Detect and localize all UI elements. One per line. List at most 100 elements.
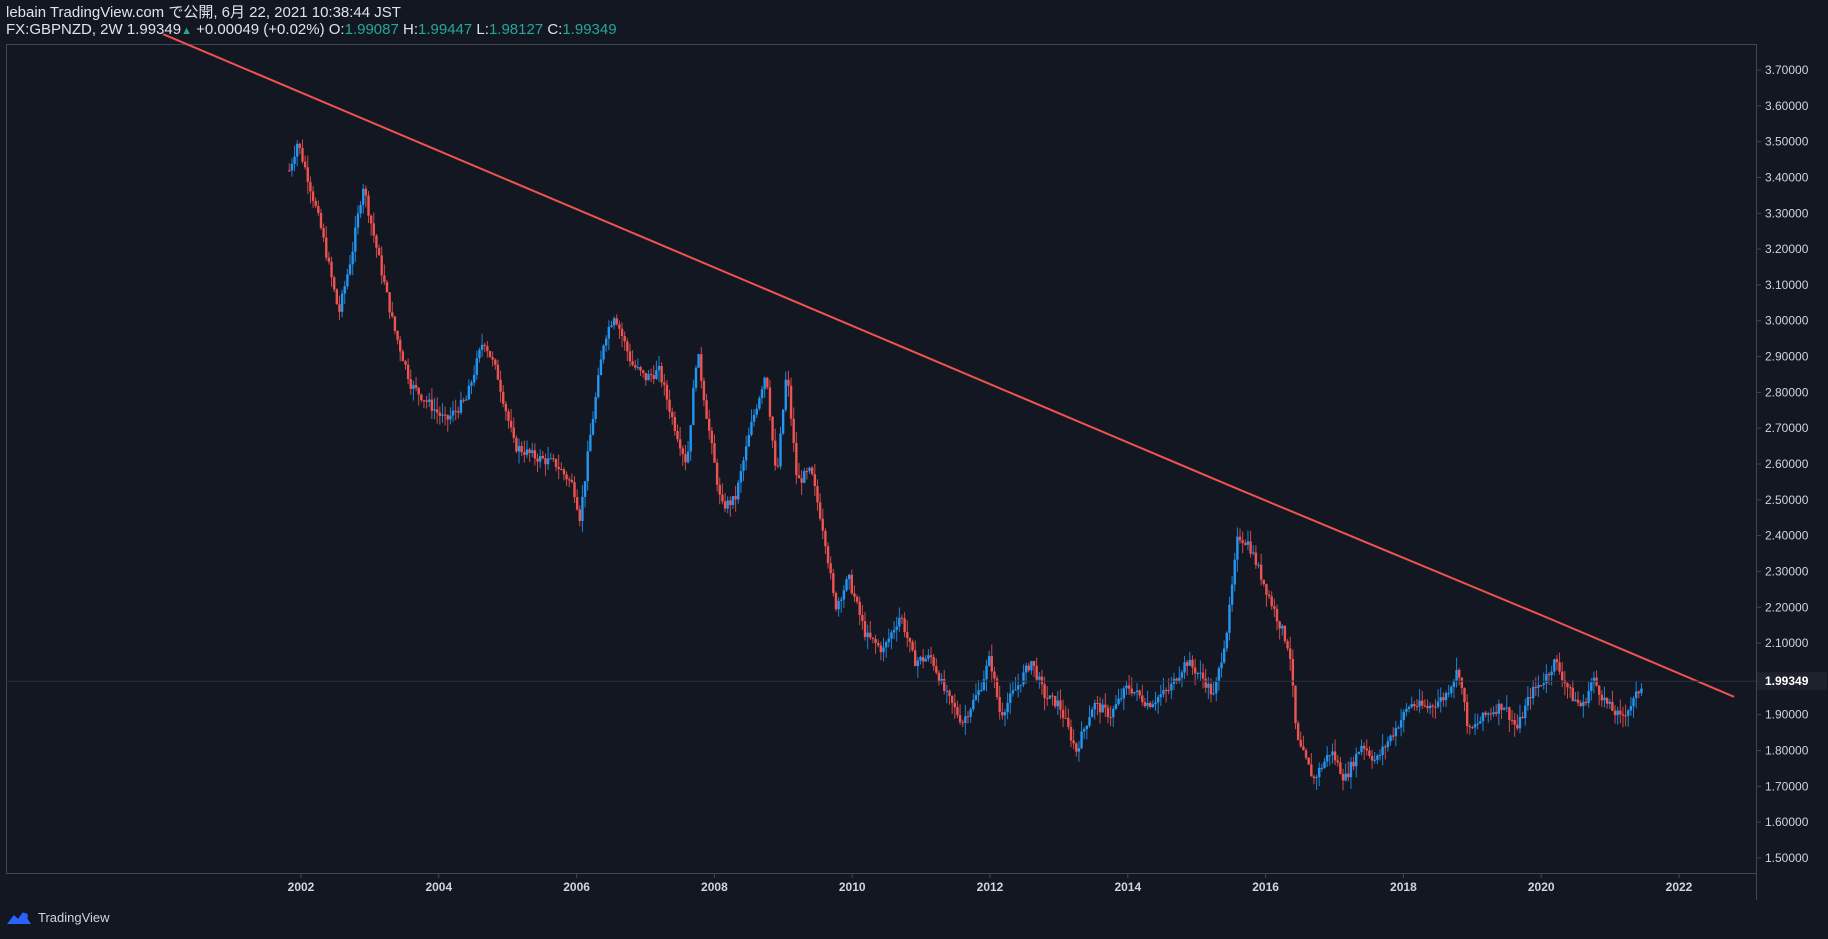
candle-body bbox=[293, 156, 296, 164]
candle-body bbox=[612, 318, 616, 326]
candle-body bbox=[512, 427, 515, 438]
candle-body bbox=[668, 399, 671, 412]
candle-body bbox=[1373, 759, 1376, 761]
candle-body bbox=[1162, 690, 1165, 695]
candle-body bbox=[1117, 698, 1120, 705]
y-tick-label: 2.20000 bbox=[1765, 600, 1809, 614]
candle-body bbox=[1539, 685, 1543, 687]
candle-body bbox=[663, 382, 666, 385]
candle-body bbox=[298, 143, 302, 148]
candle-body bbox=[1508, 707, 1511, 720]
candle-body bbox=[760, 389, 764, 399]
candle-body bbox=[657, 366, 661, 371]
candle-body bbox=[623, 335, 626, 342]
candle-body bbox=[509, 420, 513, 428]
candle-body bbox=[821, 518, 824, 531]
candle-body bbox=[929, 655, 933, 658]
candle-body bbox=[921, 656, 925, 662]
candle-body bbox=[1611, 701, 1614, 711]
candle-body bbox=[1067, 717, 1070, 727]
candle-body bbox=[1267, 594, 1271, 597]
candle-body bbox=[853, 593, 856, 597]
candle-body bbox=[602, 345, 605, 360]
candle-body bbox=[1399, 720, 1403, 728]
candle-body bbox=[1566, 683, 1569, 688]
candle-body bbox=[776, 465, 780, 467]
x-tick-label: 2022 bbox=[1666, 880, 1693, 894]
y-tick-label: 1.70000 bbox=[1765, 779, 1809, 793]
candle-body bbox=[562, 469, 566, 475]
candle-body bbox=[475, 358, 478, 375]
candle-body bbox=[414, 384, 418, 388]
candle-body bbox=[1072, 740, 1075, 744]
candle-body bbox=[1053, 695, 1057, 707]
candle-body bbox=[1405, 708, 1408, 712]
candle-body bbox=[385, 282, 389, 293]
price-chart[interactable]: 3.70000 3.60000 3.50000 3.40000 3.30000 3.200… bbox=[0, 0, 1828, 939]
candle-body bbox=[1119, 698, 1123, 700]
candle-body bbox=[869, 632, 872, 638]
branding-footer[interactable]: TradingView bbox=[6, 910, 110, 925]
candle-body bbox=[1093, 702, 1096, 710]
candle-body bbox=[808, 467, 811, 472]
candle-body bbox=[847, 574, 851, 580]
candle-body bbox=[1479, 721, 1482, 724]
candle-body bbox=[375, 235, 378, 248]
candle-body bbox=[943, 678, 946, 691]
candle-body bbox=[1315, 777, 1318, 779]
candle-body bbox=[1135, 690, 1139, 692]
candle-body bbox=[1458, 669, 1461, 678]
candle-body bbox=[610, 325, 613, 327]
candle-body bbox=[589, 434, 592, 452]
candle-body bbox=[1046, 698, 1049, 700]
candle-body bbox=[1381, 746, 1384, 756]
candle-body bbox=[792, 418, 795, 443]
y-tick-label: 2.90000 bbox=[1765, 350, 1809, 364]
candle-body bbox=[480, 344, 484, 350]
x-tick-label: 2016 bbox=[1252, 880, 1279, 894]
candle-body bbox=[1014, 689, 1017, 691]
candle-body bbox=[1349, 761, 1353, 778]
candle-body bbox=[961, 722, 964, 724]
candle-body bbox=[964, 716, 967, 723]
candle-body bbox=[451, 410, 455, 416]
candle-body bbox=[911, 641, 914, 651]
candle-body bbox=[1624, 715, 1627, 717]
candle-body bbox=[1312, 776, 1316, 779]
candle-body bbox=[956, 707, 959, 716]
candle-body bbox=[898, 617, 901, 627]
candle-body bbox=[1640, 688, 1643, 694]
candle-body bbox=[435, 409, 439, 413]
candle-body bbox=[1019, 684, 1023, 686]
candle-body bbox=[636, 367, 640, 369]
candle-body bbox=[945, 690, 949, 692]
candle-body bbox=[766, 377, 769, 388]
candle-body bbox=[858, 601, 861, 616]
candle-body bbox=[948, 690, 951, 696]
candle-body bbox=[1616, 710, 1619, 716]
candle-body bbox=[494, 359, 497, 365]
candle-body bbox=[1328, 755, 1332, 757]
candle-body bbox=[1201, 672, 1205, 679]
candle-body bbox=[684, 454, 687, 463]
candle-body bbox=[784, 379, 787, 410]
candle-body bbox=[560, 469, 563, 471]
candle-body bbox=[845, 579, 848, 591]
candle-body bbox=[1368, 750, 1371, 756]
candle-body bbox=[1547, 674, 1551, 676]
candle-body bbox=[472, 374, 476, 383]
candle-body bbox=[1101, 704, 1104, 713]
y-tick-label: 3.40000 bbox=[1765, 170, 1809, 184]
candle-body bbox=[731, 496, 735, 505]
candle-body bbox=[906, 632, 909, 638]
candle-body bbox=[499, 379, 502, 392]
candle-body bbox=[578, 509, 581, 521]
candle-body bbox=[1465, 702, 1469, 727]
candle-body bbox=[454, 410, 457, 412]
candle-body bbox=[1531, 686, 1535, 699]
candle-body bbox=[927, 655, 930, 659]
candle-body bbox=[422, 400, 426, 402]
candle-body bbox=[840, 599, 843, 601]
candle-body bbox=[1344, 773, 1347, 781]
candle-body bbox=[813, 474, 817, 487]
